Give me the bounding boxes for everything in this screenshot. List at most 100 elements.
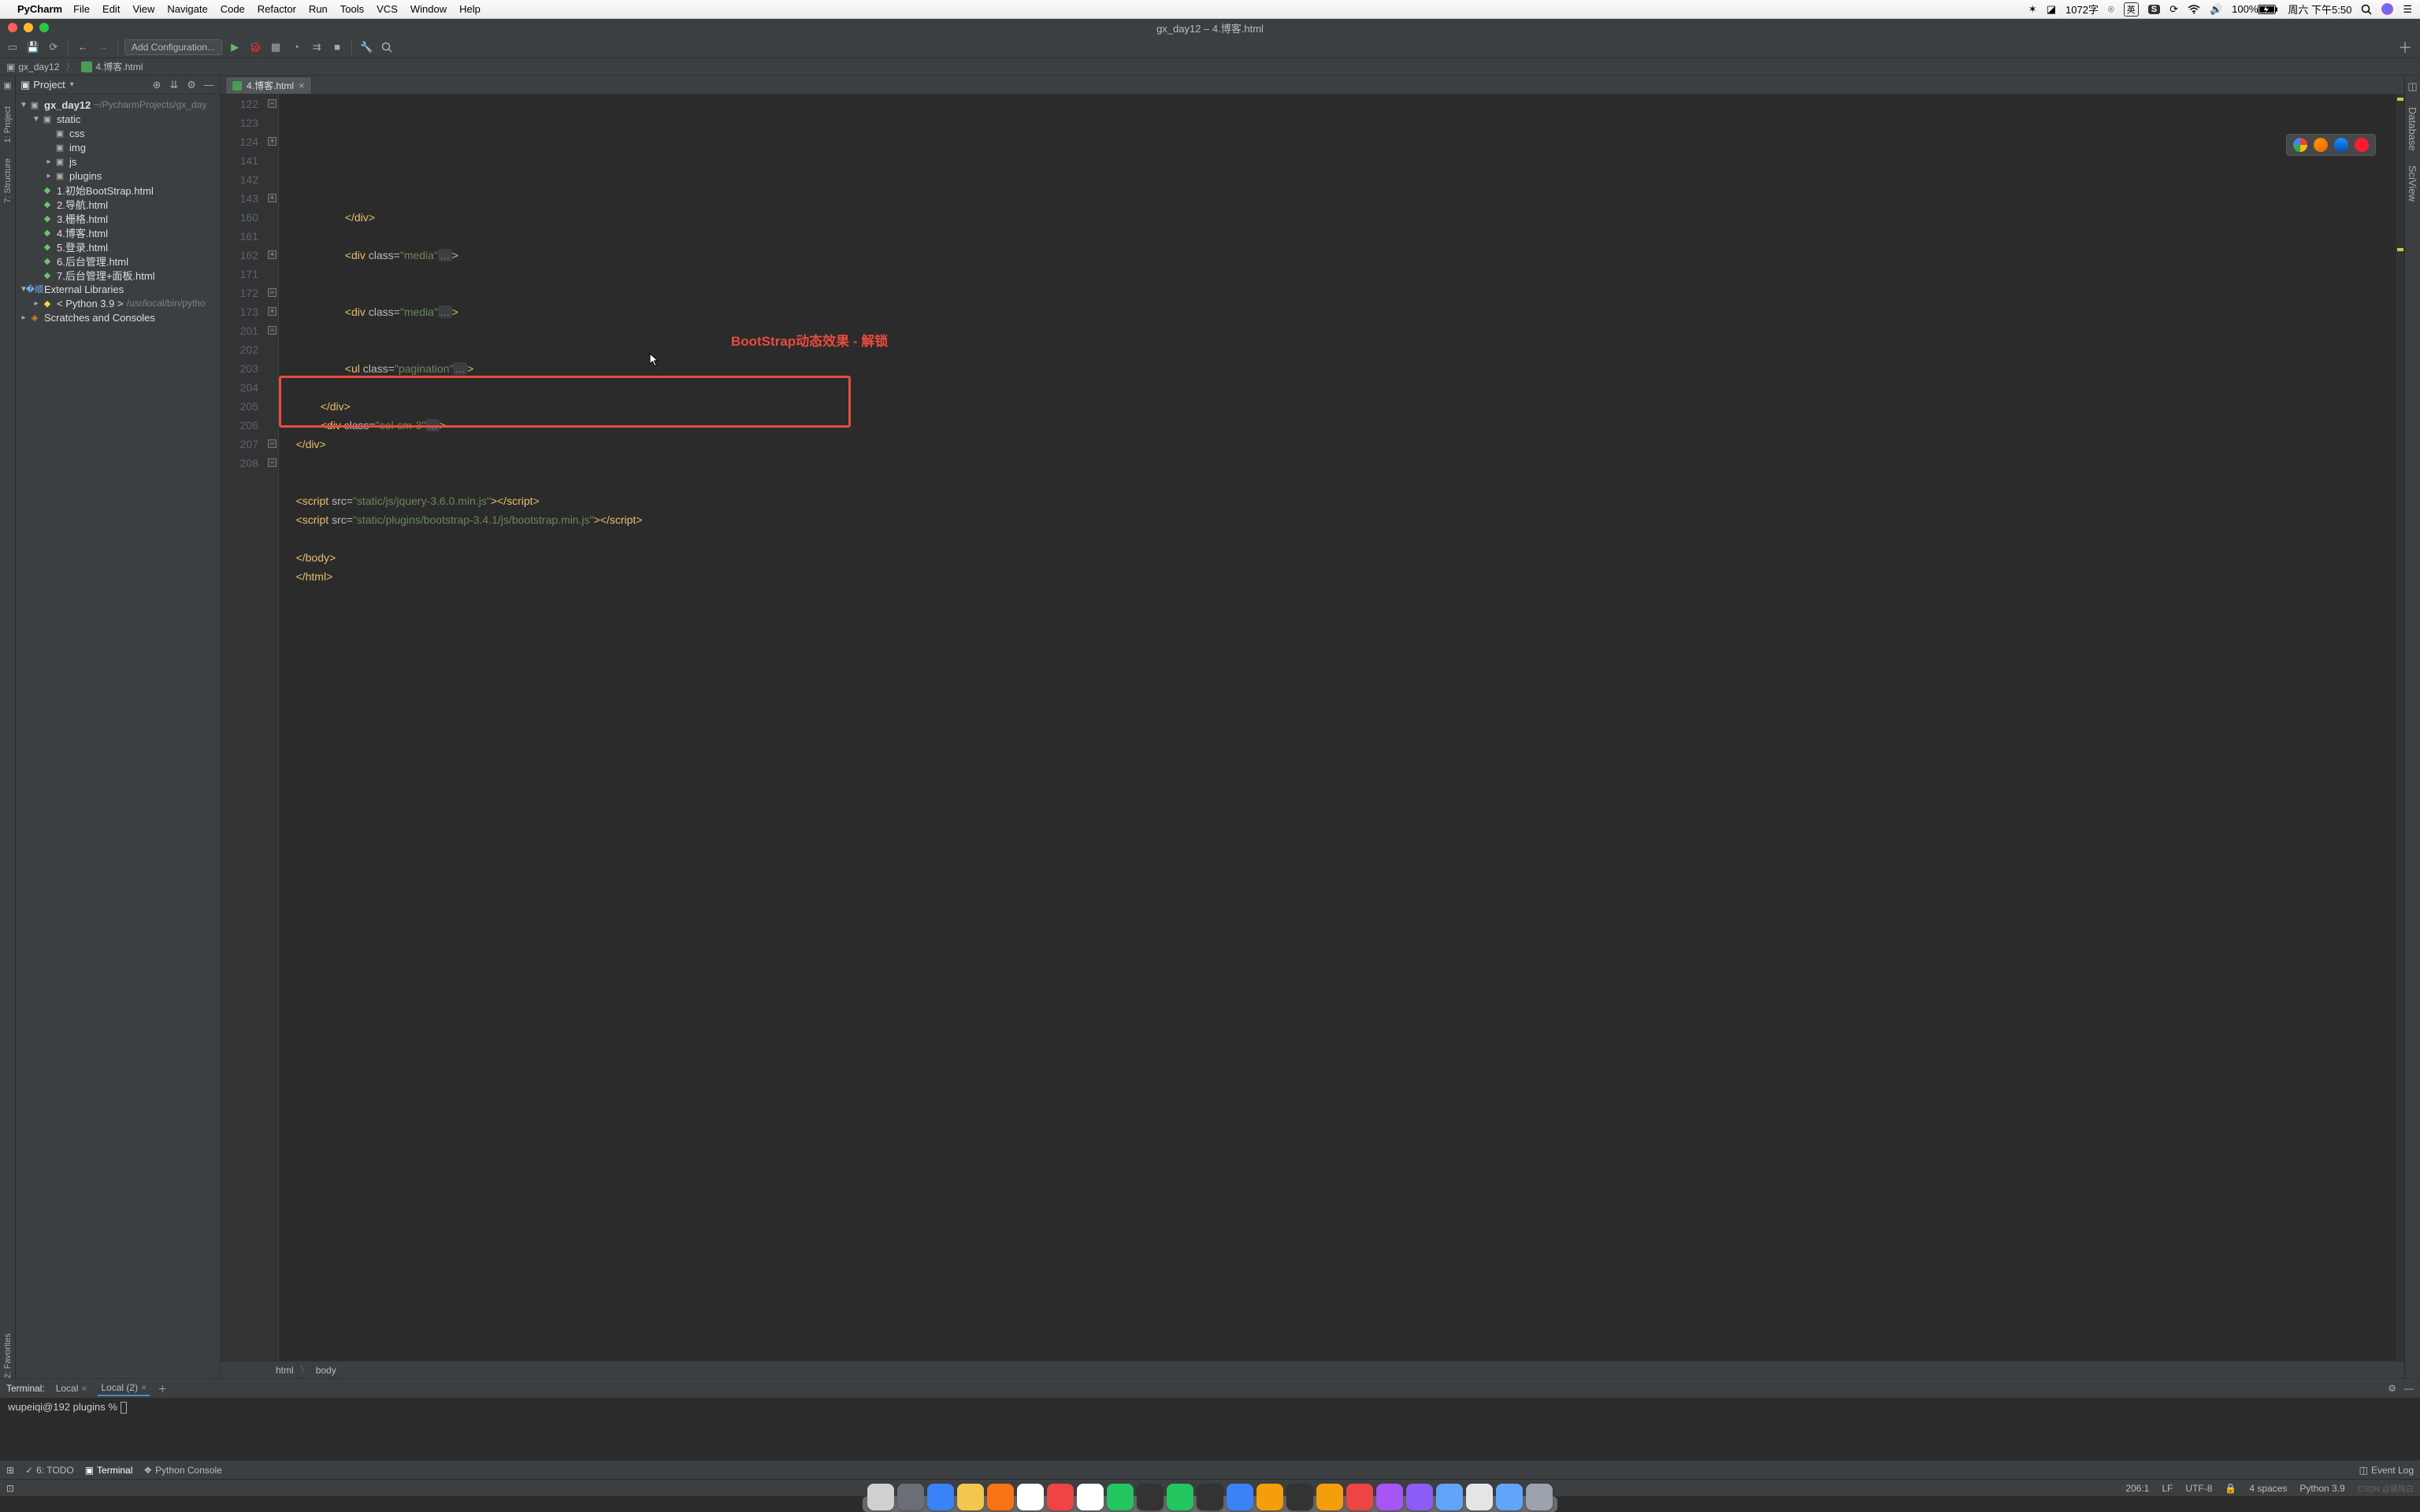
- left-strip-folder-icon[interactable]: ▣: [3, 80, 11, 91]
- crumb-html[interactable]: html: [276, 1365, 294, 1376]
- dock-app-icon[interactable]: [1047, 1484, 1074, 1510]
- reload-icon[interactable]: ⟳: [46, 39, 61, 55]
- add-configuration-button[interactable]: Add Configuration...: [124, 39, 222, 55]
- bottom-tab-event-log[interactable]: ◫ Event Log: [2359, 1465, 2414, 1476]
- project-tree[interactable]: ▼▣gx_day12~/PycharmProjects/gx_day ▼▣sta…: [16, 94, 220, 1378]
- window-close-button[interactable]: [8, 23, 17, 32]
- dock-app-icon[interactable]: [1227, 1484, 1253, 1510]
- dock-app-icon[interactable]: [1197, 1484, 1223, 1510]
- menu-vcs[interactable]: VCS: [377, 3, 398, 15]
- save-icon[interactable]: 💾: [25, 39, 41, 55]
- error-stripe[interactable]: [2395, 94, 2404, 1361]
- menubar-sync-icon[interactable]: ⟳: [2169, 3, 2178, 16]
- status-python[interactable]: Python 3.9: [2299, 1483, 2344, 1494]
- terminal-body[interactable]: wupeiqi@192 plugins %: [0, 1398, 2420, 1460]
- add-tool-icon[interactable]: ＋: [2398, 37, 2415, 57]
- terminal-add-tab[interactable]: ＋: [158, 1382, 167, 1395]
- menubar-siri-icon[interactable]: [2381, 3, 2393, 15]
- menubar-wifi-icon[interactable]: [2188, 5, 2200, 14]
- search-icon[interactable]: [379, 39, 395, 55]
- crumb-body[interactable]: body: [316, 1365, 336, 1376]
- dock-app-icon[interactable]: [1077, 1484, 1104, 1510]
- safari-icon[interactable]: [2334, 138, 2348, 152]
- hide-panel-icon[interactable]: —: [202, 79, 215, 91]
- window-minimize-button[interactable]: [24, 23, 33, 32]
- dock-app-icon[interactable]: [1167, 1484, 1193, 1510]
- menu-file[interactable]: File: [73, 3, 90, 15]
- menu-window[interactable]: Window: [410, 3, 447, 15]
- bottom-tab-terminal[interactable]: ▣ Terminal: [85, 1465, 133, 1476]
- concurrency-icon[interactable]: ⇉: [309, 39, 325, 55]
- menu-refactor[interactable]: Refactor: [258, 3, 296, 15]
- settings-icon[interactable]: ⚙: [185, 79, 198, 91]
- menu-view[interactable]: View: [132, 3, 154, 15]
- firefox-icon[interactable]: [2314, 138, 2328, 152]
- wrench-icon[interactable]: 🔧: [358, 39, 374, 55]
- close-tab-icon[interactable]: ×: [299, 80, 305, 91]
- right-strip-database[interactable]: Database: [2407, 107, 2418, 151]
- locate-icon[interactable]: ⊕: [150, 79, 163, 91]
- menu-navigate[interactable]: Navigate: [167, 3, 207, 15]
- terminal-settings-icon[interactable]: ⚙: [2388, 1383, 2396, 1394]
- dock-app-icon[interactable]: [1466, 1484, 1493, 1510]
- window-maximize-button[interactable]: [39, 23, 49, 32]
- menubar-volume-icon[interactable]: 🔊: [2210, 3, 2222, 16]
- menubar-spotlight-icon[interactable]: [2361, 4, 2372, 15]
- status-lock-icon[interactable]: 🔒: [2225, 1483, 2236, 1494]
- status-cursor-pos[interactable]: 206:1: [2125, 1483, 2149, 1494]
- status-line-ending[interactable]: LF: [2162, 1483, 2173, 1494]
- menubar-ime[interactable]: 英: [2124, 2, 2139, 17]
- dock-app-icon[interactable]: [897, 1484, 924, 1510]
- menubar-clock[interactable]: 周六 下午5:50: [2288, 2, 2351, 17]
- opera-icon[interactable]: [2355, 138, 2369, 152]
- status-encoding[interactable]: UTF-8: [2185, 1483, 2212, 1494]
- dock-app-icon[interactable]: [957, 1484, 984, 1510]
- menubar-mic-icon[interactable]: ⌾: [2108, 3, 2114, 16]
- left-strip-structure[interactable]: 7: Structure: [3, 158, 13, 203]
- menu-edit[interactable]: Edit: [102, 3, 120, 15]
- menu-help[interactable]: Help: [459, 3, 481, 15]
- left-strip-favorites[interactable]: 2: Favorites: [3, 1333, 13, 1378]
- dock-app-icon[interactable]: [867, 1484, 894, 1510]
- dock-app-icon[interactable]: [1107, 1484, 1134, 1510]
- menubar-s-icon[interactable]: S: [2148, 5, 2160, 14]
- chrome-icon[interactable]: [2293, 138, 2307, 152]
- left-strip-project[interactable]: 1: Project: [3, 106, 13, 143]
- dock-app-icon[interactable]: [1017, 1484, 1044, 1510]
- dock-app-icon[interactable]: [987, 1484, 1014, 1510]
- terminal-hide-icon[interactable]: —: [2404, 1383, 2414, 1394]
- dock-app-icon[interactable]: [1316, 1484, 1343, 1510]
- right-strip-sciview[interactable]: SciView: [2407, 165, 2418, 202]
- menubar-control-center-icon[interactable]: ☰: [2403, 3, 2412, 16]
- dock-app-icon[interactable]: [927, 1484, 954, 1510]
- right-strip-db-icon[interactable]: ◫: [2407, 80, 2417, 93]
- stop-icon[interactable]: ■: [329, 39, 345, 55]
- crumb-file[interactable]: 4.博客.html: [81, 60, 143, 73]
- terminal-tab-1[interactable]: Local ×: [53, 1381, 91, 1395]
- terminal-tab-2[interactable]: Local (2) ×: [98, 1380, 150, 1396]
- menubar-battery[interactable]: 100%: [2232, 3, 2278, 15]
- coverage-icon[interactable]: ▦: [268, 39, 284, 55]
- menubar-wordcount[interactable]: 1072字: [2066, 2, 2099, 17]
- menu-tools[interactable]: Tools: [340, 3, 364, 15]
- open-icon[interactable]: ▭: [5, 39, 20, 55]
- bottom-toggle-icon[interactable]: ⊞: [6, 1465, 14, 1476]
- menubar-shield-icon[interactable]: ◪: [2047, 3, 2056, 16]
- status-icon[interactable]: ⊡: [6, 1483, 14, 1494]
- code-editor[interactable]: 1221231241411421431601611621711721732012…: [221, 94, 2404, 1361]
- editor-tab-active[interactable]: 4.博客.html ×: [225, 76, 312, 94]
- dock-app-icon[interactable]: [1376, 1484, 1403, 1510]
- dock-app-icon[interactable]: [1406, 1484, 1433, 1510]
- menu-code[interactable]: Code: [221, 3, 245, 15]
- run-icon[interactable]: ▶: [227, 39, 243, 55]
- dock-app-icon[interactable]: [1286, 1484, 1313, 1510]
- dock-app-icon[interactable]: [1526, 1484, 1553, 1510]
- project-panel-title[interactable]: ▣ Project: [20, 79, 74, 91]
- bottom-tab-python-console[interactable]: ❖ Python Console: [143, 1465, 222, 1476]
- dock-app-icon[interactable]: [1496, 1484, 1523, 1510]
- dock-app-icon[interactable]: [1256, 1484, 1283, 1510]
- dock-app-icon[interactable]: [1137, 1484, 1164, 1510]
- collapse-all-icon[interactable]: ⇊: [168, 79, 180, 91]
- nav-back-icon[interactable]: ←: [75, 39, 91, 55]
- menu-run[interactable]: Run: [309, 3, 328, 15]
